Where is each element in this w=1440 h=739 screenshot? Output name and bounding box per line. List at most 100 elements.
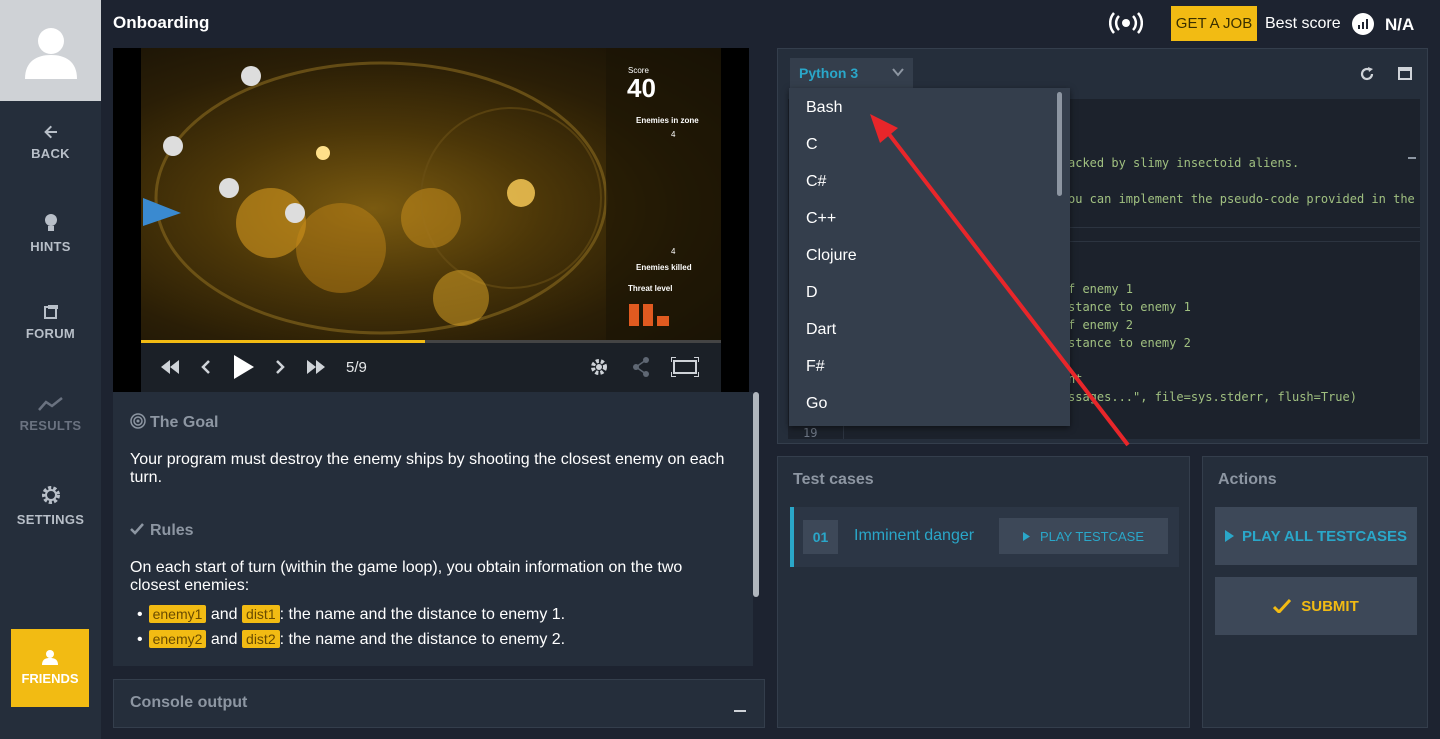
play-testcase-button[interactable]: PLAY TESTCASE xyxy=(999,518,1168,554)
check-icon xyxy=(1273,599,1292,613)
rewind-icon[interactable] xyxy=(161,360,179,374)
list-item: • enemy1 and dist1: the name and the dist… xyxy=(137,605,566,623)
submit-label: SUBMIT xyxy=(1301,597,1359,615)
target-icon xyxy=(130,413,146,429)
language-option-bash[interactable]: Bash xyxy=(806,99,842,117)
language-select-value: Python 3 xyxy=(799,65,859,81)
play-testcase-label: PLAY TESTCASE xyxy=(1039,528,1145,544)
goal-text: Your program must destroy the enemy ship… xyxy=(130,451,725,486)
list-item-text: : the name and the distance to enemy 2. xyxy=(279,631,566,648)
check-icon xyxy=(130,523,144,535)
language-option-c[interactable]: C xyxy=(806,136,818,154)
testcase-name: Imminent danger xyxy=(854,527,975,544)
language-option-clojure[interactable]: Clojure xyxy=(806,247,857,265)
step-back-icon[interactable] xyxy=(201,360,211,374)
actions-panel: Actions PLAY ALL TESTCASES SUBMIT xyxy=(1202,456,1428,728)
get-a-job-button[interactable]: GET A JOB xyxy=(1171,6,1257,41)
play-icon xyxy=(1022,531,1030,541)
sidebar-item-back[interactable]: BACK xyxy=(0,124,101,161)
play-icon[interactable] xyxy=(233,355,255,379)
share-icon[interactable] xyxy=(632,357,650,377)
language-dropdown: Bash C C# C++ Clojure D Dart F# Go xyxy=(789,88,1070,426)
code-line: stance to enemy 1 xyxy=(1068,300,1191,314)
fold-marker[interactable] xyxy=(1408,157,1416,159)
goal-heading: The Goal xyxy=(130,413,218,432)
sidebar-item-label: HINTS xyxy=(30,239,71,254)
test-cases-heading: Test cases xyxy=(793,471,874,488)
score-value: 40 xyxy=(627,73,656,103)
game-viewer[interactable]: Score 40 Enemies in zone 4 4 Enemies kil… xyxy=(113,48,749,392)
language-option-csharp[interactable]: C# xyxy=(806,173,826,191)
language-option-cpp[interactable]: C++ xyxy=(806,210,836,228)
submit-button[interactable]: SUBMIT xyxy=(1215,577,1417,635)
list-item-text: and xyxy=(210,606,238,623)
puzzle-statement: The Goal Your program must destroy the e… xyxy=(113,392,753,666)
actions-heading: Actions xyxy=(1218,471,1277,488)
page-title: Onboarding xyxy=(113,13,210,32)
game-frame: Score 40 Enemies in zone 4 4 Enemies kil… xyxy=(141,48,721,340)
testcase-item[interactable]: 01 Imminent danger PLAY TESTCASE xyxy=(790,507,1179,567)
sidebar-item-forum[interactable]: FORUM xyxy=(0,304,101,341)
line-number: 19 xyxy=(803,426,818,440)
rules-heading: Rules xyxy=(130,522,194,540)
console-output-panel[interactable]: Console output xyxy=(113,679,765,728)
lightbulb-icon xyxy=(44,214,57,231)
minimize-icon[interactable] xyxy=(734,710,746,712)
friends-label: FRIENDS xyxy=(21,671,79,686)
reset-icon[interactable] xyxy=(1360,67,1374,81)
play-icon xyxy=(1224,530,1234,542)
list-item: • enemy2 and dist2: the name and the dist… xyxy=(137,630,566,648)
sidebar-item-label: RESULTS xyxy=(19,418,82,433)
avatar[interactable] xyxy=(0,0,101,101)
console-output-label: Console output xyxy=(130,694,248,711)
code-tag: dist2 xyxy=(242,630,280,648)
language-option-dart[interactable]: Dart xyxy=(806,321,836,339)
statement-scrollbar[interactable] xyxy=(753,392,759,597)
gear-icon[interactable] xyxy=(589,357,609,377)
fullscreen-icon[interactable] xyxy=(671,357,699,377)
rules-heading-text: Rules xyxy=(150,522,194,539)
sidebar-item-settings[interactable]: SETTINGS xyxy=(0,484,101,527)
expand-icon[interactable] xyxy=(1398,67,1412,80)
best-score-value: N/A xyxy=(1385,15,1415,34)
threat-level-label: Threat level xyxy=(628,284,673,293)
enemies-killed-value: 4 xyxy=(671,247,676,256)
dropdown-scrollbar[interactable] xyxy=(1057,92,1062,196)
list-item-text: : the name and the distance to enemy 1. xyxy=(279,606,566,623)
code-line: f enemy 1 xyxy=(1068,282,1134,296)
enemies-in-zone-value: 4 xyxy=(671,130,676,139)
code-tag: dist1 xyxy=(242,605,280,623)
code-tag: enemy1 xyxy=(148,605,207,623)
code-line: ou can implement the pseudo-code provide… xyxy=(1068,192,1415,206)
language-option-d[interactable]: D xyxy=(806,284,818,302)
code-line: stance to enemy 2 xyxy=(1068,336,1191,350)
language-select[interactable]: Python 3 xyxy=(790,58,913,88)
score-chart-icon xyxy=(1352,13,1374,35)
enemies-killed-label: Enemies killed xyxy=(636,263,692,272)
sidebar-item-label: FORUM xyxy=(25,326,76,341)
chart-line-icon xyxy=(37,397,63,411)
language-option-fsharp[interactable]: F# xyxy=(806,358,825,376)
code-line: f enemy 2 xyxy=(1068,318,1134,332)
code-line: nt xyxy=(1068,372,1083,386)
broadcast-icon[interactable] xyxy=(1109,12,1143,34)
code-line: acked by slimy insectoid aliens. xyxy=(1068,156,1300,170)
sidebar-item-hints[interactable]: HINTS xyxy=(0,213,101,254)
step-forward-icon[interactable] xyxy=(275,360,285,374)
sidebar-item-results[interactable]: RESULTS xyxy=(0,396,101,433)
friends-button[interactable]: FRIENDS xyxy=(11,629,89,707)
replay-controls: 5/9 xyxy=(141,343,721,392)
user-avatar-icon xyxy=(24,27,77,79)
test-cases-panel: Test cases 01 Imminent danger PLAY TESTC… xyxy=(777,456,1190,728)
fast-forward-icon[interactable] xyxy=(307,360,325,374)
best-score-label: Best score xyxy=(1265,15,1341,32)
sidebar-item-label: SETTINGS xyxy=(16,512,85,527)
sidebar-item-label: BACK xyxy=(31,146,70,161)
play-all-testcases-button[interactable]: PLAY ALL TESTCASES xyxy=(1215,507,1417,565)
language-option-go[interactable]: Go xyxy=(806,395,827,413)
sidebar: BACK HINTS FORUM RESULTS SETTINGS FRIEND… xyxy=(0,0,101,739)
gear-icon xyxy=(41,486,60,504)
frame-counter: 5/9 xyxy=(346,359,367,376)
enemies-in-zone-label: Enemies in zone xyxy=(636,116,699,125)
code-line: ssages...", file=sys.stderr, flush=True) xyxy=(1068,390,1357,404)
